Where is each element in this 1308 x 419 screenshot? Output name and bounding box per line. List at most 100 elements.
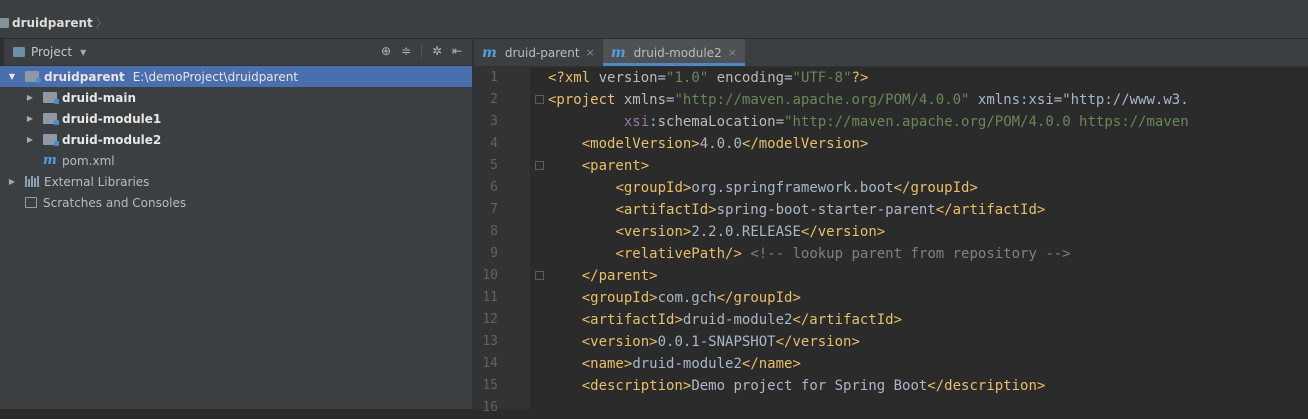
tree-item-pom-xml[interactable]: m pom.xml xyxy=(0,150,472,171)
code-text: <version>2.2.0.RELEASE</version> xyxy=(615,224,886,240)
tree-item-label: druid-module2 xyxy=(62,132,162,147)
line-number: 7 xyxy=(490,202,498,217)
line-number: 9 xyxy=(490,246,498,261)
tree-item-label: pom.xml xyxy=(62,153,115,168)
tree-item-scratches[interactable]: Scratches and Consoles xyxy=(0,192,472,213)
maven-m-icon: m xyxy=(43,153,57,168)
code-line[interactable]: 16 xyxy=(474,397,1308,419)
code-text: <groupId>com.gch</groupId> xyxy=(581,290,801,306)
tab-druid-module2[interactable]: m druid-module2 × xyxy=(602,39,746,66)
navigation-bar: druidparent 〉 xyxy=(0,6,1308,39)
code-text: <description>Demo project for Spring Boo… xyxy=(581,378,1046,394)
toolbar-separator xyxy=(421,44,422,58)
line-number: 11 xyxy=(482,290,498,305)
locate-file-icon[interactable]: ⊕ xyxy=(379,44,393,58)
code-text: <version>0.0.1-SNAPSHOT</version> xyxy=(581,334,860,350)
code-line[interactable]: 15 <description>Demo project for Spring … xyxy=(474,375,1308,397)
breadcrumb-item[interactable]: druidparent xyxy=(12,16,93,30)
expand-arrow-down-icon[interactable]: ▼ xyxy=(7,72,17,81)
code-text: </parent> xyxy=(581,268,658,284)
code-text: <relativePath/> <!-- lookup parent from … xyxy=(615,246,1071,262)
project-panel-toolbar: ⊕ ≑ ✲ ⇤ xyxy=(379,44,464,58)
hide-panel-icon[interactable]: ⇤ xyxy=(450,44,464,58)
line-number: 4 xyxy=(490,136,498,151)
project-tree: ▼ druidparent E:\demoProject\druidparent… xyxy=(0,66,472,213)
code-area[interactable]: 1 <?xml version="1.0" encoding="UTF-8"?> 2… xyxy=(474,67,1308,419)
expand-arrow-right-icon[interactable]: ▶ xyxy=(25,135,35,144)
code-text: <artifactId>druid-module2</artifactId> xyxy=(581,312,903,328)
line-number: 1 xyxy=(490,70,498,85)
code-line[interactable]: 7 <artifactId>spring-boot-starter-parent… xyxy=(474,199,1308,221)
code-line[interactable]: 6 <groupId>org.springframework.boot</gro… xyxy=(474,177,1308,199)
project-icon xyxy=(13,47,25,57)
chevron-down-icon: ▼ xyxy=(80,47,87,57)
tree-item-druidparent[interactable]: ▼ druidparent E:\demoProject\druidparent xyxy=(0,66,472,87)
fold-marker-icon[interactable] xyxy=(535,161,544,170)
code-text: <name>druid-module2</name> xyxy=(581,356,801,372)
tree-item-druid-module2[interactable]: ▶ druid-module2 xyxy=(0,129,472,150)
code-line[interactable]: 8 <version>2.2.0.RELEASE</version> xyxy=(474,221,1308,243)
scratch-icon xyxy=(25,197,37,208)
code-line[interactable]: 2 <project xmlns="http://maven.apache.org… xyxy=(474,89,1308,111)
tree-item-external-libraries[interactable]: ▶ External Libraries xyxy=(0,171,472,192)
breadcrumb[interactable]: druidparent 〉 xyxy=(0,14,108,31)
expand-arrow-right-icon[interactable]: ▶ xyxy=(7,177,17,186)
code-text: <?xml version="1.0" encoding="UTF-8"?> xyxy=(548,70,869,86)
code-line[interactable]: 4 <modelVersion>4.0.0</modelVersion> xyxy=(474,133,1308,155)
project-panel: Project ▼ ⊕ ≑ ✲ ⇤ ▼ druidparent E:\demoP… xyxy=(0,39,472,409)
folder-icon xyxy=(0,17,9,28)
code-line[interactable]: 5 <parent> xyxy=(474,155,1308,177)
line-number: 13 xyxy=(482,334,498,349)
tree-item-label: External Libraries xyxy=(44,174,150,189)
tree-item-label: druidparent xyxy=(44,69,125,84)
code-text: <parent> xyxy=(581,158,650,174)
tree-item-path: E:\demoProject\druidparent xyxy=(132,69,299,84)
code-line[interactable]: 12 <artifactId>druid-module2</artifactId… xyxy=(474,309,1308,331)
line-number: 10 xyxy=(482,268,498,283)
gear-icon[interactable]: ✲ xyxy=(430,44,444,58)
line-number: 6 xyxy=(490,180,498,195)
code-line[interactable]: 3 xsi:schemaLocation="http://maven.apach… xyxy=(474,111,1308,133)
code-line[interactable]: 10 </parent> xyxy=(474,265,1308,287)
module-folder-icon xyxy=(43,92,59,104)
tree-item-label: druid-module1 xyxy=(62,111,162,126)
line-number: 15 xyxy=(482,378,498,393)
tree-item-label: Scratches and Consoles xyxy=(43,195,187,210)
project-view-selector[interactable]: Project ▼ xyxy=(13,45,86,59)
maven-m-icon: m xyxy=(482,44,497,61)
line-number: 5 xyxy=(490,158,498,173)
code-text: xsi:schemaLocation="http://maven.apache.… xyxy=(623,114,1189,130)
maven-m-icon: m xyxy=(610,44,626,61)
tree-item-druid-module1[interactable]: ▶ druid-module1 xyxy=(0,108,472,129)
panel-edge xyxy=(0,39,4,65)
code-line[interactable]: 9 <relativePath/> <!-- lookup parent fro… xyxy=(474,243,1308,265)
line-number: 8 xyxy=(490,224,498,239)
line-number: 3 xyxy=(490,114,498,129)
tree-item-druid-main[interactable]: ▶ druid-main xyxy=(0,87,472,108)
collapse-all-icon[interactable]: ≑ xyxy=(399,44,413,58)
line-number: 2 xyxy=(490,92,498,107)
expand-arrow-right-icon[interactable]: ▶ xyxy=(25,93,35,102)
code-text: <project xmlns="http://maven.apache.org/… xyxy=(548,92,1189,108)
code-line[interactable]: 1 <?xml version="1.0" encoding="UTF-8"?> xyxy=(474,67,1308,89)
expand-arrow-right-icon[interactable]: ▶ xyxy=(25,114,35,123)
tree-item-label: druid-main xyxy=(62,90,136,105)
code-line[interactable]: 14 <name>druid-module2</name> xyxy=(474,353,1308,375)
code-line[interactable]: 13 <version>0.0.1-SNAPSHOT</version> xyxy=(474,331,1308,353)
module-folder-icon xyxy=(43,134,59,146)
close-icon[interactable]: × xyxy=(728,46,737,59)
line-number: 14 xyxy=(482,356,498,371)
code-line[interactable]: 11 <groupId>com.gch</groupId> xyxy=(474,287,1308,309)
line-number: 16 xyxy=(482,400,498,415)
project-panel-title: Project xyxy=(31,45,73,59)
module-folder-icon xyxy=(43,113,59,125)
library-icon xyxy=(25,176,39,187)
code-text: <artifactId>spring-boot-starter-parent</… xyxy=(615,202,1046,218)
tab-label: druid-module2 xyxy=(633,45,722,60)
fold-marker-icon[interactable] xyxy=(535,271,544,280)
fold-marker-icon[interactable] xyxy=(535,95,544,104)
tab-druid-parent[interactable]: m druid-parent × xyxy=(474,39,603,66)
project-panel-header: Project ▼ ⊕ ≑ ✲ ⇤ xyxy=(0,39,472,66)
code-text: <groupId>org.springframework.boot</group… xyxy=(615,180,978,196)
close-icon[interactable]: × xyxy=(586,46,595,59)
